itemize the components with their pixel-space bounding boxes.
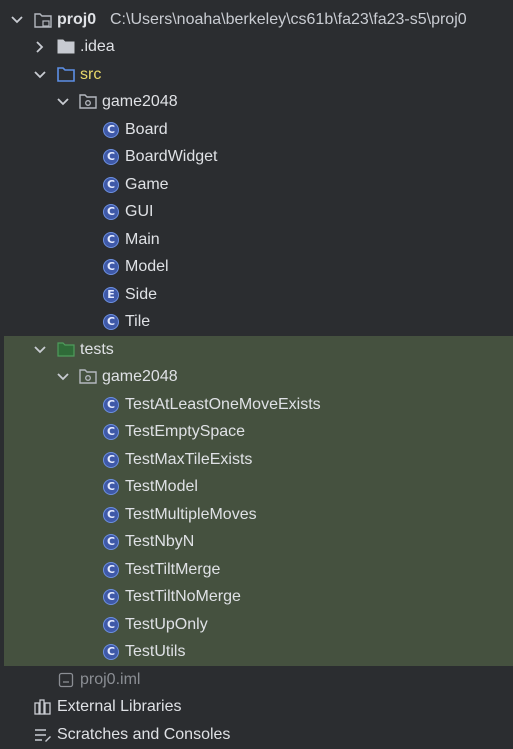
tree-row-tests-package[interactable]: game2048 bbox=[0, 363, 513, 390]
class-label: Tile bbox=[125, 313, 151, 330]
class-icon: C bbox=[102, 643, 120, 661]
class-label: GUI bbox=[125, 203, 154, 220]
class-icon: C bbox=[102, 423, 120, 441]
tree-row-class-game[interactable]: C Game bbox=[0, 171, 513, 198]
class-label: TestNbyN bbox=[125, 533, 195, 550]
class-icon: C bbox=[102, 616, 120, 634]
class-icon: C bbox=[102, 121, 120, 139]
src-folder-label: src bbox=[80, 66, 102, 83]
test-folder-icon bbox=[57, 341, 75, 359]
class-icon: C bbox=[102, 588, 120, 606]
class-icon: C bbox=[102, 478, 120, 496]
module-folder-icon bbox=[34, 11, 52, 29]
class-label: TestTiltMerge bbox=[125, 561, 221, 578]
tree-row-external-libraries[interactable]: External Libraries bbox=[0, 693, 513, 720]
project-tree: proj0 C:\Users\noaha\berkeley\cs61b\fa23… bbox=[0, 0, 513, 749]
tree-row-iml-file[interactable]: proj0.iml bbox=[0, 666, 513, 693]
tree-row-test-class[interactable]: C TestModel bbox=[0, 473, 513, 500]
tree-row-test-class[interactable]: C TestTiltNoMerge bbox=[0, 583, 513, 610]
chevron-right-icon[interactable] bbox=[33, 40, 47, 54]
chevron-down-icon[interactable] bbox=[33, 68, 47, 82]
class-icon: C bbox=[102, 231, 120, 249]
class-icon: C bbox=[102, 533, 120, 551]
class-label: BoardWidget bbox=[125, 148, 218, 165]
class-label: TestEmptySpace bbox=[125, 423, 246, 440]
enum-icon: E bbox=[102, 286, 120, 304]
tree-row-class-board[interactable]: C Board bbox=[0, 116, 513, 143]
tests-package-label: game2048 bbox=[102, 368, 178, 385]
tree-row-src-package[interactable]: game2048 bbox=[0, 88, 513, 115]
folder-icon bbox=[57, 38, 75, 56]
tree-row-class-main[interactable]: C Main bbox=[0, 226, 513, 253]
src-package-label: game2048 bbox=[102, 93, 178, 110]
chevron-down-icon[interactable] bbox=[56, 370, 70, 384]
class-label: TestMultipleMoves bbox=[125, 506, 257, 523]
class-icon: C bbox=[102, 258, 120, 276]
class-icon: C bbox=[102, 561, 120, 579]
idea-folder-label: .idea bbox=[80, 38, 115, 55]
class-label: TestModel bbox=[125, 478, 198, 495]
tree-row-test-class[interactable]: C TestEmptySpace bbox=[0, 418, 513, 445]
class-label: TestUpOnly bbox=[125, 616, 208, 633]
class-label: TestTiltNoMerge bbox=[125, 588, 241, 605]
class-icon: C bbox=[102, 148, 120, 166]
chevron-down-icon[interactable] bbox=[33, 343, 47, 357]
tree-row-class-model[interactable]: C Model bbox=[0, 253, 513, 280]
tree-row-src[interactable]: src bbox=[0, 61, 513, 88]
class-label: TestAtLeastOneMoveExists bbox=[125, 396, 321, 413]
tree-row-class-boardwidget[interactable]: C BoardWidget bbox=[0, 143, 513, 170]
external-libraries-label: External Libraries bbox=[57, 698, 182, 715]
class-icon: C bbox=[102, 203, 120, 221]
tests-folder-label: tests bbox=[80, 341, 114, 358]
tree-row-test-class[interactable]: C TestNbyN bbox=[0, 528, 513, 555]
class-icon: C bbox=[102, 313, 120, 331]
class-icon: C bbox=[102, 396, 120, 414]
tree-row-enum-side[interactable]: E Side bbox=[0, 281, 513, 308]
tree-row-class-tile[interactable]: C Tile bbox=[0, 308, 513, 335]
tree-row-test-class[interactable]: C TestMaxTileExists bbox=[0, 446, 513, 473]
tree-row-tests[interactable]: tests bbox=[0, 336, 513, 363]
tree-row-class-gui[interactable]: C GUI bbox=[0, 198, 513, 225]
class-label: Side bbox=[125, 286, 158, 303]
chevron-down-icon[interactable] bbox=[10, 13, 24, 27]
project-path: C:\Users\noaha\berkeley\cs61b\fa23\fa23-… bbox=[110, 11, 467, 28]
project-name: proj0 bbox=[57, 11, 97, 28]
class-label: Main bbox=[125, 231, 160, 248]
package-icon bbox=[79, 368, 97, 386]
class-icon: C bbox=[102, 451, 120, 469]
scratches-label: Scratches and Consoles bbox=[57, 726, 231, 743]
class-label: TestUtils bbox=[125, 643, 186, 660]
file-icon bbox=[57, 671, 75, 689]
class-label: Board bbox=[125, 121, 168, 138]
iml-file-label: proj0.iml bbox=[80, 671, 141, 688]
source-folder-icon bbox=[57, 66, 75, 84]
tree-row-test-class[interactable]: C TestTiltMerge bbox=[0, 556, 513, 583]
tree-row-test-class[interactable]: C TestAtLeastOneMoveExists bbox=[0, 391, 513, 418]
package-icon bbox=[79, 93, 97, 111]
class-icon: C bbox=[102, 176, 120, 194]
class-label: TestMaxTileExists bbox=[125, 451, 253, 468]
tree-row-scratches[interactable]: Scratches and Consoles bbox=[0, 721, 513, 748]
tree-row-project-root[interactable]: proj0 C:\Users\noaha\berkeley\cs61b\fa23… bbox=[0, 6, 513, 33]
class-icon: C bbox=[102, 506, 120, 524]
library-icon bbox=[34, 698, 52, 716]
class-label: Model bbox=[125, 258, 169, 275]
scratches-icon bbox=[34, 726, 52, 744]
tree-row-test-class[interactable]: C TestUpOnly bbox=[0, 611, 513, 638]
tree-row-idea[interactable]: .idea bbox=[0, 33, 513, 60]
chevron-down-icon[interactable] bbox=[56, 95, 70, 109]
tree-row-test-class[interactable]: C TestMultipleMoves bbox=[0, 501, 513, 528]
class-label: Game bbox=[125, 176, 169, 193]
tree-row-test-class[interactable]: C TestUtils bbox=[0, 638, 513, 665]
